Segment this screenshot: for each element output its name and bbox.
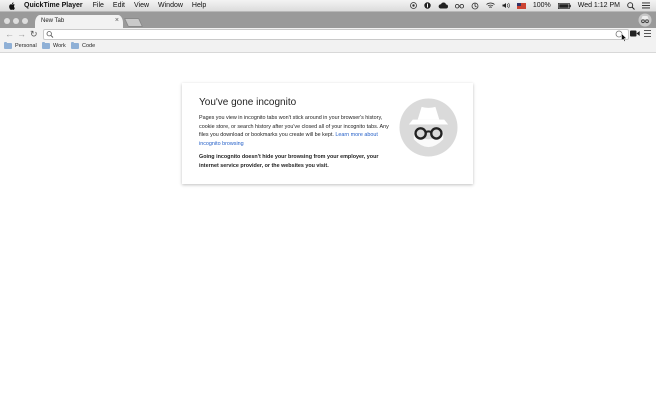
wifi-icon[interactable] — [486, 2, 495, 9]
mouse-cursor-icon — [621, 33, 627, 42]
glasses-status-icon[interactable] — [454, 3, 464, 9]
tab-new-tab[interactable]: New Tab × — [35, 15, 123, 28]
notification-center-icon[interactable] — [642, 2, 650, 9]
apple-icon[interactable] — [8, 1, 16, 10]
bookmarks-bar: Personal Work Code — [0, 41, 656, 53]
sync-icon[interactable] — [471, 2, 479, 10]
bookmark-label: Code — [82, 43, 96, 49]
tab-close-button[interactable]: × — [115, 17, 119, 24]
app-name-menu[interactable]: QuickTime Player — [24, 2, 83, 9]
bookmark-personal[interactable]: Personal — [4, 42, 37, 49]
spotlight-icon[interactable] — [627, 1, 635, 10]
folder-icon — [71, 42, 79, 49]
volume-icon[interactable] — [502, 2, 510, 9]
battery-icon[interactable] — [557, 2, 571, 9]
incognito-warning: Going incognito doesn't hide your browsi… — [199, 154, 379, 169]
battery-label[interactable]: 100% — [533, 2, 551, 9]
cloud-icon[interactable] — [438, 2, 448, 9]
menu-window[interactable]: Window — [158, 2, 183, 9]
incognito-description: Pages you view in incognito tabs won't s… — [199, 114, 391, 148]
clock[interactable]: Wed 1:12 PM — [578, 2, 620, 9]
new-tab-button[interactable] — [123, 18, 144, 27]
bookmark-work[interactable]: Work — [42, 42, 66, 49]
minimize-window-button[interactable] — [13, 18, 19, 24]
back-button[interactable]: ← — [5, 29, 14, 40]
bookmark-code[interactable]: Code — [71, 42, 96, 49]
browser-toolbar: ← → ↻ — [0, 28, 656, 41]
forward-button[interactable]: → — [17, 29, 26, 40]
menu-edit[interactable]: Edit — [113, 2, 125, 9]
hamburger-menu-icon[interactable] — [644, 30, 651, 39]
zoom-window-button[interactable] — [22, 18, 28, 24]
reload-button[interactable]: ↻ — [30, 29, 38, 40]
incognito-card: You've gone incognito Pages you view in … — [182, 83, 473, 184]
record-status-icon[interactable] — [409, 2, 417, 9]
tab-title: New Tab — [41, 18, 65, 24]
omnibox[interactable] — [43, 29, 629, 40]
info-status-icon[interactable] — [424, 2, 431, 9]
window-controls — [4, 18, 31, 24]
incognito-profile-icon[interactable] — [638, 13, 652, 27]
close-window-button[interactable] — [4, 18, 10, 24]
search-icon — [46, 31, 54, 38]
incognito-icon — [399, 98, 458, 157]
camera-icon[interactable] — [630, 30, 640, 37]
menu-view[interactable]: View — [134, 2, 149, 9]
mac-menu-bar: QuickTime Player File Edit View Window H… — [0, 0, 656, 12]
flag-icon[interactable] — [516, 2, 526, 9]
menu-file[interactable]: File — [93, 2, 104, 9]
folder-icon — [4, 42, 12, 49]
menu-help[interactable]: Help — [192, 2, 206, 9]
incognito-heading: You've gone incognito — [199, 97, 297, 108]
bookmark-label: Work — [53, 43, 66, 49]
status-area: 100% Wed 1:12 PM — [403, 0, 650, 11]
folder-icon — [42, 42, 50, 49]
tab-strip: New Tab × — [0, 12, 656, 28]
bookmark-label: Personal — [15, 43, 37, 49]
